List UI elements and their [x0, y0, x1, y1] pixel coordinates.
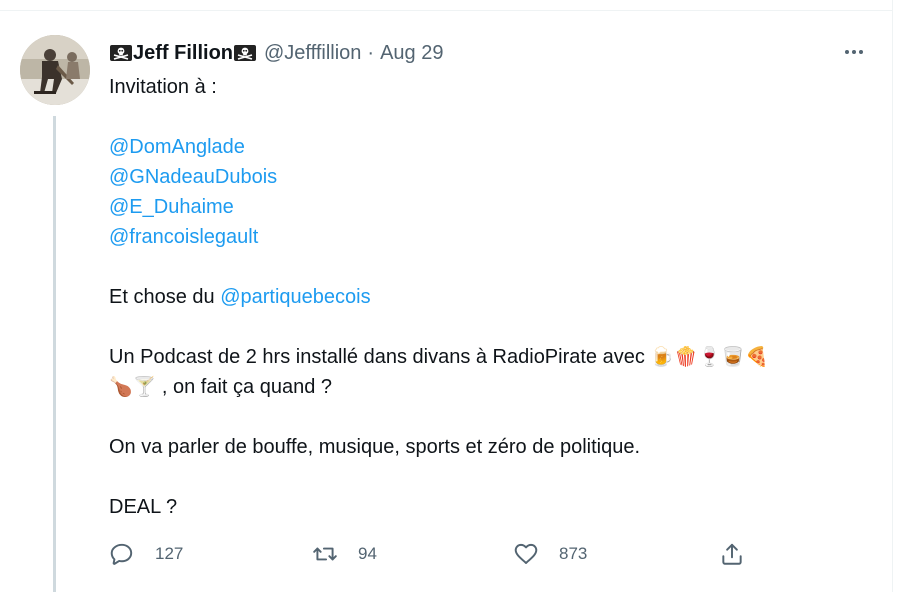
tweet-line: @DomAnglade: [109, 132, 869, 162]
action-bar: 127 94 873: [109, 538, 759, 570]
tweet-text-segment: , on fait ça quand ?: [156, 376, 333, 398]
heart-icon: [514, 543, 538, 564]
mention-link[interactable]: @GNadeauDubois: [109, 166, 277, 188]
mention-link[interactable]: @E_Duhaime: [109, 196, 234, 218]
right-divider: [892, 0, 893, 592]
tweet-line: Et chose du @partiquebecois: [109, 282, 869, 312]
tweet-date[interactable]: Aug 29: [380, 42, 443, 65]
like-count: 873: [559, 544, 588, 563]
emoji-group: 🍺🍿🍷🥃🍕: [650, 347, 769, 368]
tweet-line: @E_Duhaime: [109, 192, 869, 222]
thread-line: [53, 116, 56, 592]
avatar[interactable]: [20, 35, 90, 105]
share-button[interactable]: [719, 538, 745, 570]
retweet-icon: [313, 547, 337, 561]
share-icon: [722, 543, 742, 565]
tweet-line: @GNadeauDubois: [109, 162, 869, 192]
tweet-text-segment: DEAL ?: [109, 496, 178, 518]
reply-count: 127: [155, 544, 184, 563]
tweet-line: Invitation à :: [109, 72, 869, 102]
tweet-text-segment: Et chose du: [109, 286, 221, 308]
like-button[interactable]: 873: [513, 538, 587, 570]
tweet-text-segment: On va parler de bouffe, musique, sports …: [109, 436, 641, 458]
emoji-group: 🍗🍸: [109, 377, 157, 398]
tweet-line: @francoislegault: [109, 222, 869, 252]
tweet-text: Invitation à : @DomAnglade @GNadeauDubois @…: [109, 72, 869, 522]
tweet-line: On va parler de bouffe, musique, sports …: [109, 432, 869, 462]
tweet-line: Un Podcast de 2 hrs installé dans divans…: [109, 342, 869, 372]
more-options-icon[interactable]: [842, 40, 866, 64]
retweet-count: 94: [358, 544, 377, 563]
tweet-line: DEAL ?: [109, 492, 869, 522]
retweet-button[interactable]: 94: [312, 538, 377, 570]
pirate-flag-icon: [110, 45, 132, 61]
display-name-text: Jeff Fillion: [133, 41, 233, 64]
tweet-text-segment: Invitation à :: [109, 76, 217, 98]
reply-button[interactable]: 127: [109, 538, 183, 570]
mention-link[interactable]: @DomAnglade: [109, 136, 245, 158]
display-name[interactable]: Jeff Fillion: [109, 42, 257, 65]
tweet-text-segment: Un Podcast de 2 hrs installé dans divans…: [109, 346, 651, 368]
tweet-header: Jeff Fillion @Jefffillion · Aug 29: [109, 38, 443, 68]
reply-icon: [110, 543, 133, 565]
mention-link[interactable]: @francoislegault: [109, 226, 258, 248]
top-divider: [0, 10, 893, 11]
user-handle[interactable]: @Jefffillion: [264, 42, 361, 65]
mention-link[interactable]: @partiquebecois: [220, 286, 370, 308]
pirate-flag-icon: [234, 45, 256, 61]
separator-dot: ·: [367, 41, 375, 64]
tweet-line: 🍗🍸 , on fait ça quand ?: [109, 372, 869, 402]
